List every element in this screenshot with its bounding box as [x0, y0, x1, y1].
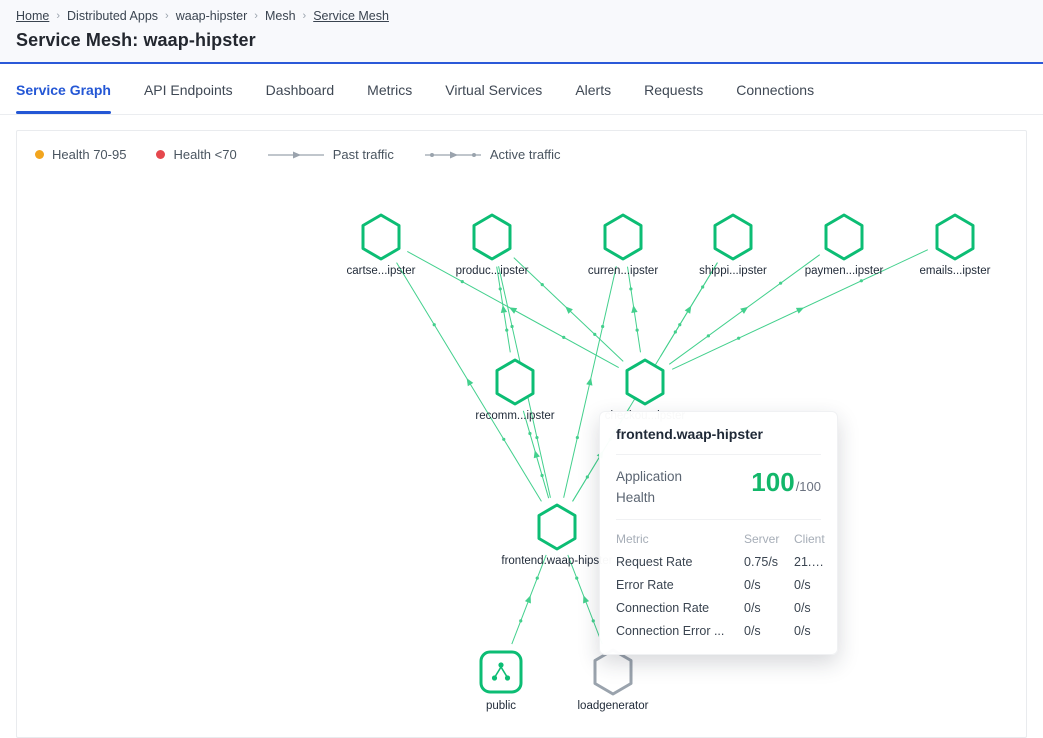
edge-loadgenerator-frontend: [568, 555, 602, 644]
breadcrumb-separator: ›: [56, 10, 60, 22]
legend-dot-icon: [35, 150, 44, 159]
tooltip-table-cell: 0/s: [744, 624, 794, 638]
service-graph-panel: Health 70-95 Health <70 Past traffic Active…: [16, 130, 1027, 738]
hexagon-service-icon: [821, 212, 867, 262]
page-title: Service Mesh: waap-hipster: [16, 30, 1027, 51]
tab-api-endpoints[interactable]: API Endpoints: [144, 66, 233, 114]
edge-frontend-recommendation: [523, 411, 548, 498]
edge-public-frontend: [512, 555, 546, 644]
tooltip-table-cell: 0/s: [744, 601, 794, 615]
tooltip-table-cell: 21.7/s: [794, 555, 825, 569]
graph-node-label-recommendation[interactable]: recomm...ipster: [440, 410, 590, 422]
tooltip-table-header: Metric: [616, 532, 744, 546]
hexagon-service-icon: [710, 212, 756, 262]
hexagon-service-icon: [358, 212, 404, 262]
hexagon-service-icon: [492, 357, 538, 407]
tooltip-health-value: 100: [751, 467, 794, 498]
tab-connections[interactable]: Connections: [736, 66, 814, 114]
tab-dashboard[interactable]: Dashboard: [266, 66, 335, 114]
breadcrumb-item-mesh[interactable]: Mesh: [265, 9, 296, 23]
breadcrumb-separator: ›: [303, 10, 307, 22]
graph-node-currency[interactable]: [600, 212, 646, 262]
tooltip-table-header: Server: [744, 532, 794, 546]
tooltip-health-max: /100: [796, 479, 821, 494]
graph-node-label-email[interactable]: emails...ipster: [880, 265, 1030, 277]
hexagon-service-icon: [622, 357, 668, 407]
tooltip-table-cell: 0/s: [794, 601, 825, 615]
tab-bar: Service Graph API Endpoints Dashboard Metri…: [0, 66, 1043, 115]
graph-node-checkout[interactable]: [622, 357, 668, 407]
breadcrumb-item-distributed-apps[interactable]: Distributed Apps: [67, 9, 158, 23]
graph-node-email[interactable]: [932, 212, 978, 262]
legend-item-health-70-95: Health 70-95: [35, 147, 126, 162]
legend-item-past-traffic: Past traffic: [267, 147, 394, 162]
past-traffic-line-icon: [267, 150, 325, 160]
hexagon-service-icon: [600, 212, 646, 262]
breadcrumb-separator: ›: [165, 10, 169, 22]
graph-node-label-loadgenerator[interactable]: loadgenerator: [538, 700, 688, 712]
legend-label: Health <70: [173, 147, 236, 162]
page-header: Home › Distributed Apps › waap-hipster › Mesh ›…: [0, 0, 1043, 64]
tooltip-table-cell: 0.75/s: [744, 555, 794, 569]
active-traffic-line-icon: [424, 150, 482, 160]
service-graph[interactable]: cartse...ipsterproduc...ipstercurren...i…: [17, 131, 1026, 737]
graph-node-frontend[interactable]: [534, 502, 580, 552]
graph-node-public[interactable]: [478, 649, 524, 695]
tooltip-table-cell: Error Rate: [616, 578, 744, 592]
edge-checkout-currency: [628, 267, 641, 353]
breadcrumb-separator: ›: [254, 10, 258, 22]
tooltip-service-name: frontend.waap-hipster: [616, 426, 821, 455]
tooltip-health: Application Health 100 /100: [616, 467, 821, 520]
tooltip-table-cell: 0/s: [744, 578, 794, 592]
tooltip-table-cell: 0/s: [794, 624, 825, 638]
breadcrumb: Home › Distributed Apps › waap-hipster › Mesh ›…: [16, 9, 1027, 23]
node-tooltip: frontend.waap-hipster Application Health…: [599, 411, 838, 655]
tab-alerts[interactable]: Alerts: [575, 66, 611, 114]
tab-requests[interactable]: Requests: [644, 66, 703, 114]
legend-label: Active traffic: [490, 147, 561, 162]
tooltip-table-cell: Connection Rate: [616, 601, 744, 615]
tooltip-table-cell: 0/s: [794, 578, 825, 592]
legend-label: Past traffic: [333, 147, 394, 162]
hexagon-service-icon: [932, 212, 978, 262]
tooltip-table-cell: Request Rate: [616, 555, 744, 569]
tab-metrics[interactable]: Metrics: [367, 66, 412, 114]
hexagon-service-icon: [469, 212, 515, 262]
tooltip-metrics-table: MetricServerClientRequest Rate0.75/s21.7…: [616, 532, 821, 638]
tooltip-table-cell: Connection Error ...: [616, 624, 744, 638]
breadcrumb-item-service-mesh[interactable]: Service Mesh: [313, 9, 389, 23]
graph-node-recommendation[interactable]: [492, 357, 538, 407]
graph-node-shipping[interactable]: [710, 212, 756, 262]
graph-legend: Health 70-95 Health <70 Past traffic Active…: [35, 147, 560, 162]
legend-item-health-70: Health <70: [156, 147, 236, 162]
legend-label: Health 70-95: [52, 147, 126, 162]
graph-node-cart[interactable]: [358, 212, 404, 262]
tab-virtual-services[interactable]: Virtual Services: [445, 66, 542, 114]
legend-dot-icon: [156, 150, 165, 159]
legend-item-active-traffic: Active traffic: [424, 147, 561, 162]
graph-node-payment[interactable]: [821, 212, 867, 262]
graph-node-product[interactable]: [469, 212, 515, 262]
tab-service-graph[interactable]: Service Graph: [16, 66, 111, 114]
graph-edges: [17, 131, 1026, 737]
gateway-icon: [478, 649, 524, 695]
tooltip-table-header: Client: [794, 532, 825, 546]
tooltip-health-label: Application Health: [616, 467, 716, 509]
hexagon-service-icon: [534, 502, 580, 552]
graph-node-label-product[interactable]: produc...ipster: [417, 265, 567, 277]
breadcrumb-item-home[interactable]: Home: [16, 9, 49, 23]
breadcrumb-item-waap-hipster[interactable]: waap-hipster: [176, 9, 248, 23]
